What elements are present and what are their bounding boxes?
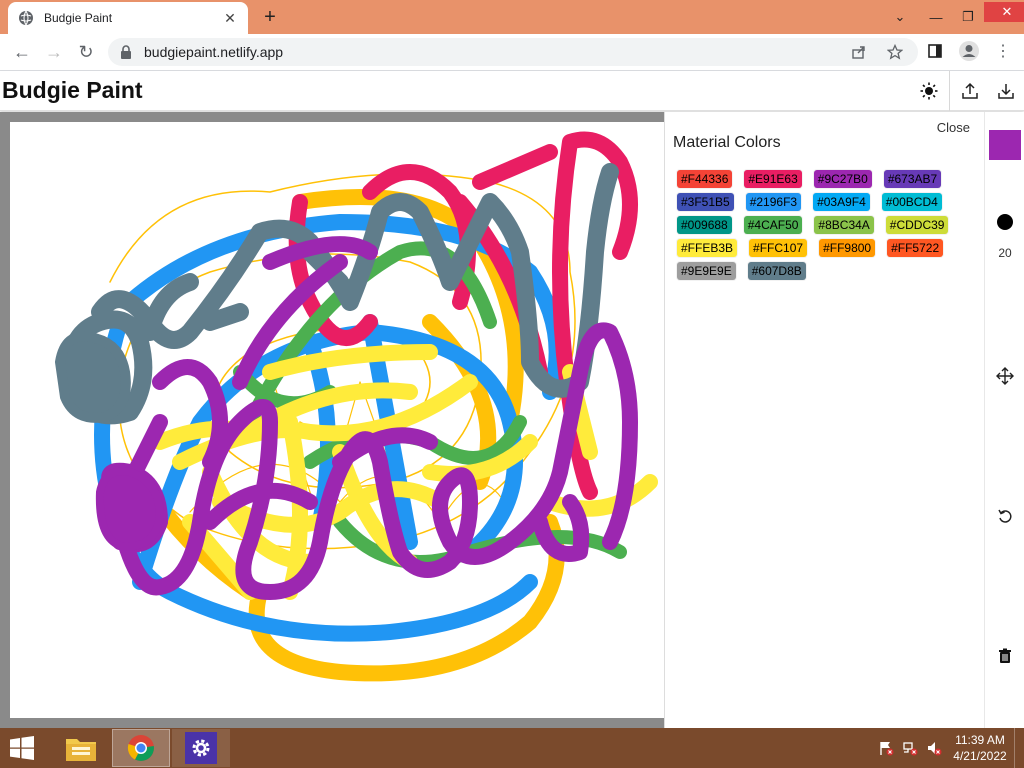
bookmark-star-icon[interactable]: [880, 37, 910, 67]
color-swatch[interactable]: #F44336: [677, 170, 733, 188]
chrome-taskbar-icon[interactable]: [112, 729, 170, 767]
color-swatch[interactable]: #9C27B0: [813, 170, 872, 188]
clock-time: 11:39 AM: [955, 733, 1005, 747]
color-swatch[interactable]: #8BC34A: [814, 216, 874, 234]
start-button[interactable]: [0, 728, 44, 768]
stroke-slate-fill: [55, 331, 131, 423]
tool-rail: 20: [984, 112, 1024, 728]
window-close-button[interactable]: ✕: [984, 2, 1024, 22]
panel-close-button[interactable]: Close: [937, 120, 970, 135]
url-text: budgiepaint.netlify.app: [144, 44, 284, 60]
volume-muted-icon[interactable]: [922, 736, 946, 760]
clock-date: 4/21/2022: [953, 749, 1007, 763]
browser-menu-icon[interactable]: ⋮: [988, 36, 1018, 66]
color-swatch[interactable]: #2196F3: [745, 193, 802, 211]
browser-tab[interactable]: Budgie Paint ✕: [8, 2, 248, 34]
move-icon[interactable]: [993, 364, 1017, 388]
forward-icon[interactable]: →: [38, 36, 70, 68]
upload-icon[interactable]: [952, 71, 988, 111]
lock-icon: [120, 45, 134, 59]
file-explorer-icon[interactable]: [52, 729, 110, 767]
stroke-purple-fill: [95, 467, 164, 551]
tab-search-icon[interactable]: ⌄: [884, 5, 916, 29]
undo-icon[interactable]: [993, 504, 1017, 528]
panel-title: Material Colors: [673, 134, 781, 151]
color-swatch[interactable]: #FFEB3B: [677, 239, 738, 257]
color-swatch[interactable]: #03A9F4: [813, 193, 870, 211]
browser-tabstrip: Budgie Paint ✕ + ⌄ — ❐ ✕: [0, 0, 1024, 34]
theme-toggle-icon[interactable]: [911, 71, 947, 111]
color-swatch[interactable]: #CDDC39: [885, 216, 949, 234]
share-icon[interactable]: [844, 37, 874, 67]
side-panel-icon[interactable]: [920, 36, 950, 66]
back-icon[interactable]: ←: [6, 36, 38, 68]
action-center-flag-icon[interactable]: [874, 736, 898, 760]
color-swatch[interactable]: #00BCD4: [881, 193, 942, 211]
tab-close-icon[interactable]: ✕: [222, 10, 238, 26]
color-swatch[interactable]: #FF5722: [887, 239, 944, 257]
color-swatch[interactable]: #E91E63: [744, 170, 802, 188]
os-taskbar: 11:39 AM 4/21/2022: [0, 728, 1024, 768]
tab-title: Budgie Paint: [44, 11, 113, 25]
system-tray: 11:39 AM 4/21/2022: [874, 728, 1024, 768]
trash-icon[interactable]: [993, 644, 1017, 668]
new-tab-button[interactable]: +: [258, 6, 282, 28]
brush-size-dot-icon[interactable]: [997, 214, 1013, 230]
color-swatch[interactable]: #FF9800: [819, 239, 876, 257]
settings-taskbar-icon[interactable]: [172, 729, 230, 767]
color-swatch[interactable]: #673AB7: [883, 170, 942, 188]
taskbar-clock[interactable]: 11:39 AM 4/21/2022: [946, 732, 1014, 764]
reload-icon[interactable]: ↻: [70, 36, 102, 68]
current-color-button[interactable]: [989, 130, 1021, 160]
restore-button[interactable]: ❐: [952, 5, 984, 29]
globe-icon: [18, 10, 34, 26]
browser-toolbar: ← → ↻ budgiepaint.netlify.app ⋮: [0, 34, 1024, 71]
app-header: Budgie Paint: [0, 71, 1024, 111]
color-swatch[interactable]: #3F51B5: [677, 193, 734, 211]
color-swatch[interactable]: #607D8B: [747, 262, 806, 280]
drawing-canvas[interactable]: [10, 122, 664, 718]
header-divider: [949, 71, 950, 111]
download-icon[interactable]: [988, 71, 1024, 111]
color-swatch[interactable]: #009688: [677, 216, 732, 234]
page-title: Budgie Paint: [2, 77, 143, 103]
brush-size-value: 20: [998, 246, 1012, 260]
network-icon[interactable]: [898, 736, 922, 760]
color-swatch[interactable]: #9E9E9E: [677, 262, 736, 280]
address-bar[interactable]: budgiepaint.netlify.app: [108, 38, 918, 66]
color-picker-panel: Close Material Colors #F44336 #E91E63 #9…: [664, 112, 984, 728]
profile-avatar[interactable]: [954, 36, 984, 66]
swatch-grid: #F44336 #E91E63 #9C27B0 #673AB7 #3F51B5 …: [677, 170, 977, 280]
color-swatch[interactable]: #4CAF50: [743, 216, 803, 234]
minimize-button[interactable]: —: [920, 5, 952, 29]
color-swatch[interactable]: #FFC107: [749, 239, 808, 257]
show-desktop-button[interactable]: [1014, 728, 1024, 768]
